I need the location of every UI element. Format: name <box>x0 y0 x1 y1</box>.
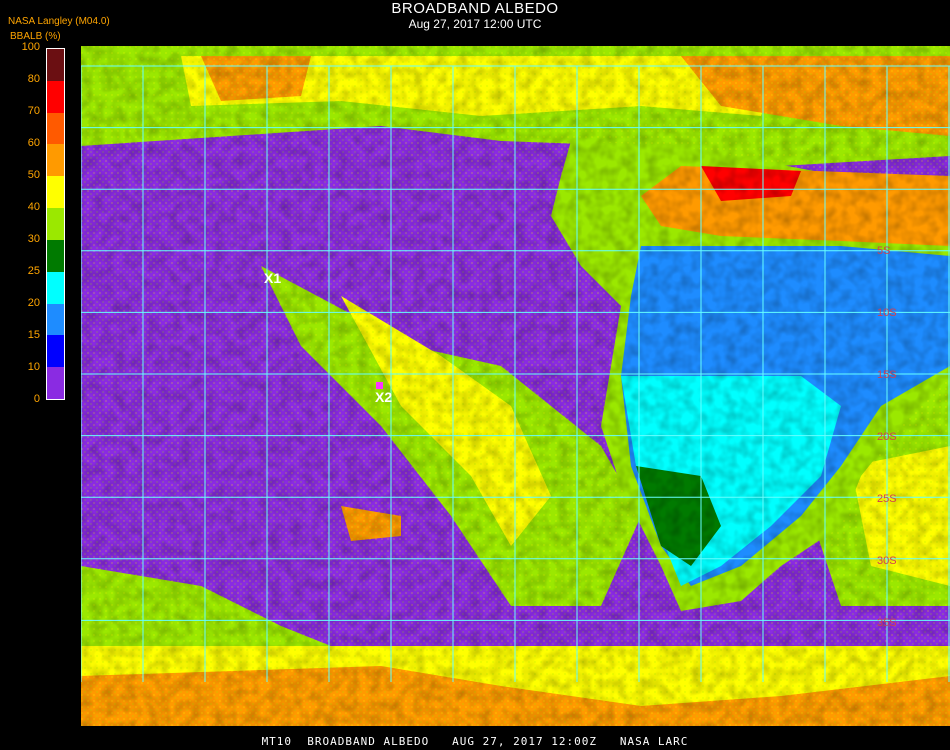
credit-label: NASA Langley (M04.0) <box>8 16 110 27</box>
colorbar-tick-label: 60 <box>27 137 40 149</box>
marker-x2-label: X2 <box>375 389 392 405</box>
albedo-map: 5S 10S 15S 20S 25S 30S 35S X1 X2 <box>81 46 950 726</box>
colorbar-segment <box>47 367 64 400</box>
marker-x1-label: X1 <box>264 270 281 286</box>
colorbar-segment <box>47 144 64 177</box>
colorbar-tick-label: 10 <box>27 361 40 373</box>
colorbar-segment <box>47 303 64 336</box>
colorbar-segment <box>47 112 64 145</box>
colorbar-tick-label: 100 <box>21 41 40 53</box>
colorbar-tick-label: 80 <box>27 73 40 85</box>
colorbar-tick-label: 50 <box>27 169 40 181</box>
colorbar-tick-label: 15 <box>27 329 40 341</box>
colorbar-segment <box>47 49 64 82</box>
colorbar-tick-label: 20 <box>27 297 40 309</box>
colorbar-segment <box>47 176 64 209</box>
albedo-map-svg: 5S 10S 15S 20S 25S 30S 35S X1 X2 <box>81 46 950 726</box>
colorbar-segment <box>47 239 64 273</box>
latitude-label: 20S <box>877 431 897 443</box>
page-subtitle: Aug 27, 2017 12:00 UTC <box>408 17 542 31</box>
colorbar-segment <box>47 80 64 114</box>
colorbar-tick-label: 0 <box>33 393 40 405</box>
page-title: BROADBAND ALBEDO <box>391 0 559 17</box>
marker-x1: X1 <box>264 270 281 286</box>
latitude-label: 15S <box>877 369 897 381</box>
colorbar-segment <box>47 208 64 241</box>
colorbar-segment <box>47 335 64 368</box>
latitude-label: 30S <box>877 555 897 567</box>
latitude-label: 35S <box>877 617 897 629</box>
colorbar-tick-label: 40 <box>27 201 40 213</box>
latitude-label: 10S <box>877 307 897 319</box>
colorbar-tick-label: 30 <box>27 233 40 245</box>
marker-x2-dot <box>376 382 383 389</box>
latitude-label: 25S <box>877 493 897 505</box>
colorbar-tick-label: 25 <box>27 265 40 277</box>
latitude-label: 5S <box>877 245 890 257</box>
colorbar-segment <box>47 271 64 305</box>
colorbar-tick-label: 70 <box>27 105 40 117</box>
colorbar <box>46 48 65 400</box>
footer-caption: MT10 BROADBAND ALBEDO AUG 27, 2017 12:00… <box>261 735 689 748</box>
